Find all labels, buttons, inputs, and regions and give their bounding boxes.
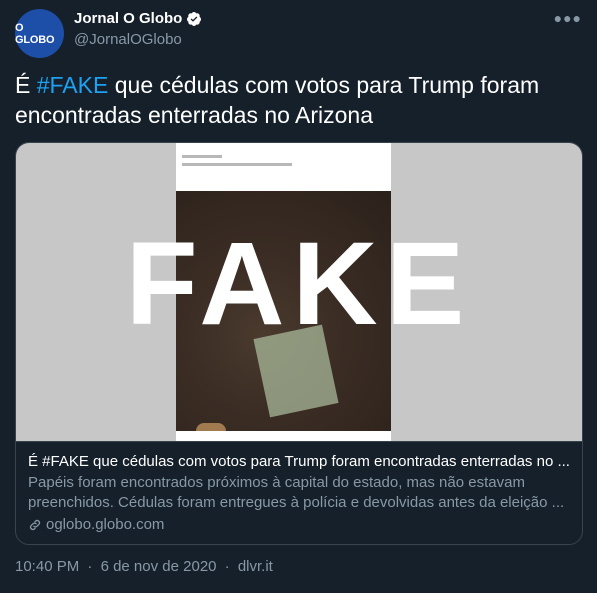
card-title: É #FAKE que cédulas com votos para Trump… [28, 453, 570, 470]
more-horizontal-icon[interactable]: ●●● [554, 10, 582, 26]
author-handle[interactable]: @JornalOGlobo [74, 31, 182, 48]
photo-text-line [182, 155, 222, 158]
tweet-text-prefix: É [15, 72, 37, 98]
card-domain-row: oglobo.globo.com [28, 515, 570, 535]
meta-separator: · [224, 558, 230, 575]
card-domain: oglobo.globo.com [46, 516, 165, 533]
photo-header [176, 143, 391, 191]
card-description: Papéis foram encontrados próximos à capi… [28, 474, 565, 511]
verified-badge-icon [186, 11, 202, 27]
author-name-row[interactable]: Jornal O Globo [74, 10, 202, 27]
avatar[interactable]: O GLOBO [15, 9, 64, 58]
card-body[interactable]: É #FAKE que cédulas com votos para Trump… [16, 441, 582, 544]
photo-footer [176, 431, 391, 441]
avatar-logo-text: O GLOBO [15, 21, 55, 46]
tweet-meta: 10:40 PM · 6 de nov de 2020 · dlvr.it [15, 558, 273, 575]
link-preview-card[interactable]: FAKE É #FAKE que cédulas com votos para … [15, 142, 583, 545]
tweet-date[interactable]: 6 de nov de 2020 [101, 558, 217, 575]
tweet-text: É #FAKE que cédulas com votos para Trump… [15, 70, 575, 130]
meta-separator: · [87, 558, 93, 575]
card-image[interactable]: FAKE [16, 143, 582, 441]
fake-overlay-text: FAKE [125, 218, 473, 350]
photo-text-line [182, 163, 292, 166]
hashtag-link[interactable]: #FAKE [37, 72, 109, 98]
tweet-time[interactable]: 10:40 PM [15, 558, 79, 575]
author-name[interactable]: Jornal O Globo [74, 10, 182, 27]
link-icon [28, 518, 42, 532]
tweet-source[interactable]: dlvr.it [238, 558, 273, 575]
